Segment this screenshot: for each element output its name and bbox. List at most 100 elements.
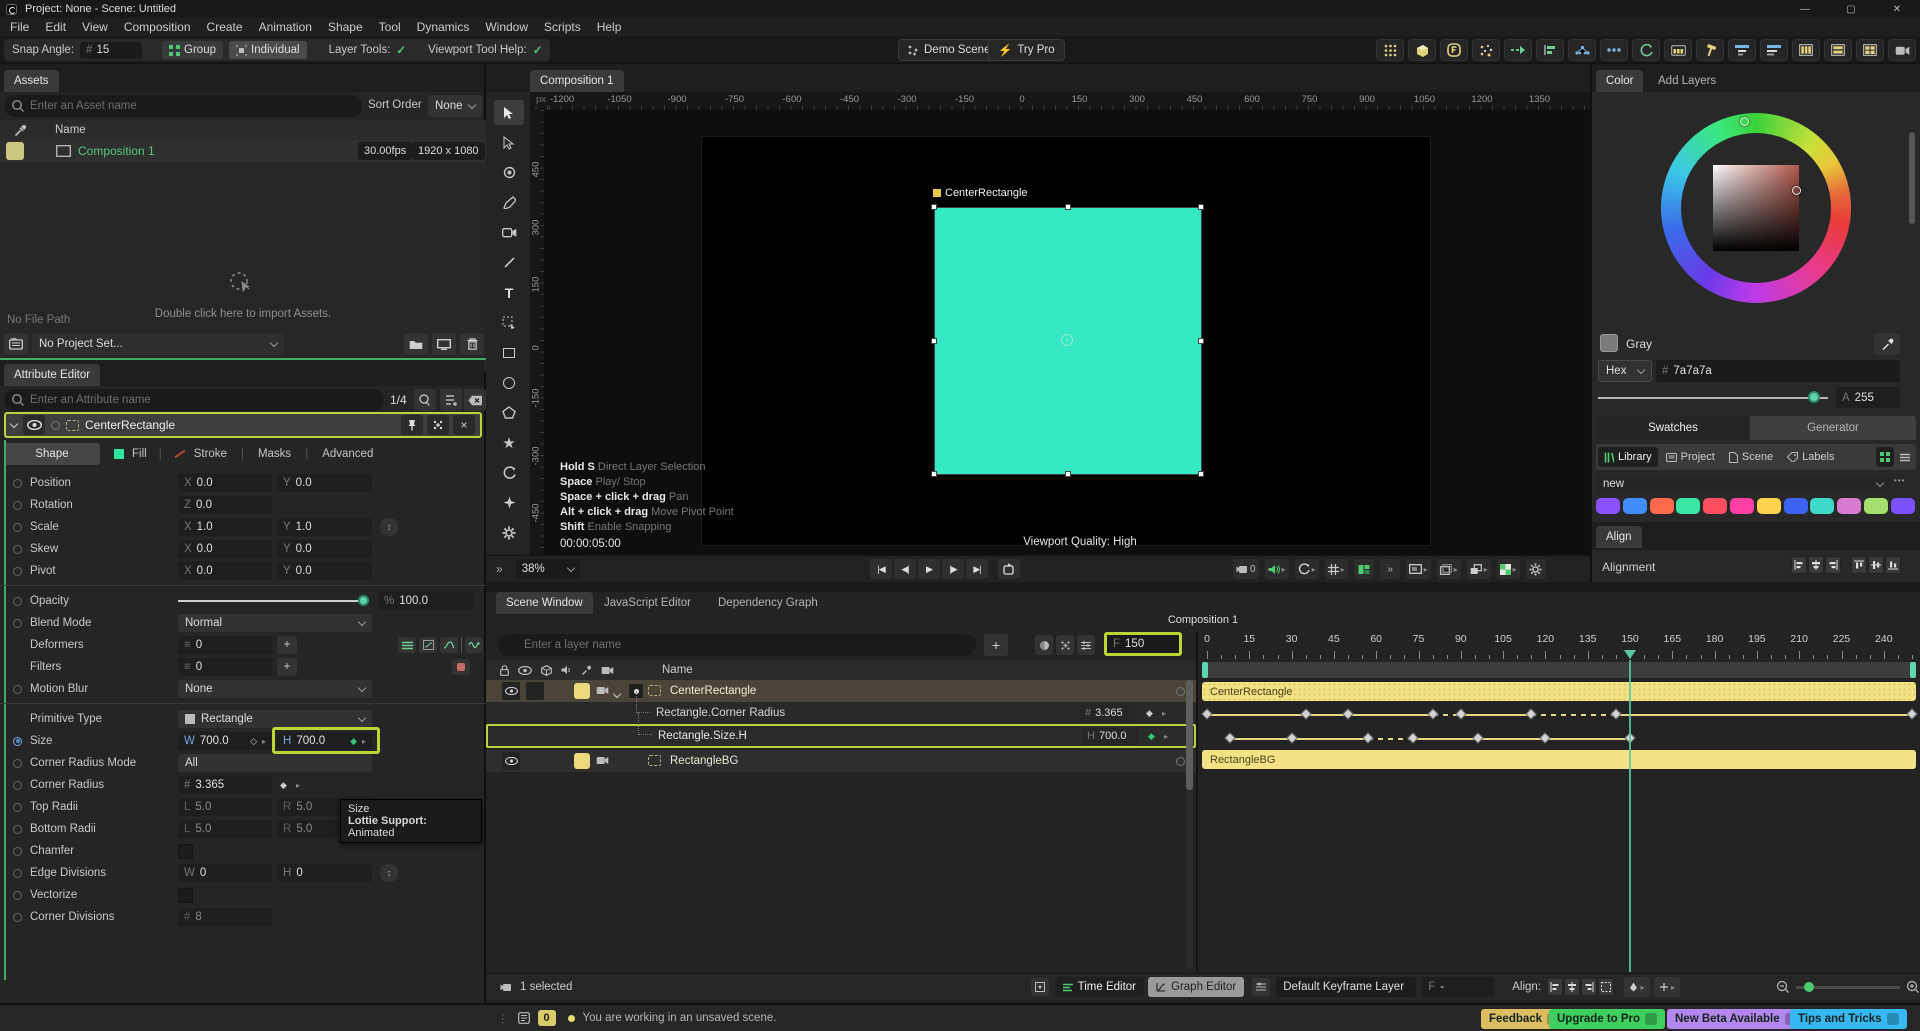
tab-stroke[interactable]: Stroke xyxy=(194,448,227,460)
ellipse-tool[interactable] xyxy=(494,370,524,395)
camera-visibility-icon[interactable] xyxy=(596,686,609,695)
keyframe-radio[interactable] xyxy=(13,802,22,812)
vectorize-checkbox[interactable] xyxy=(178,887,193,903)
scale-x-field[interactable]: X 1.0 xyxy=(178,518,272,536)
tab-masks[interactable]: Masks xyxy=(258,448,291,460)
skew-x-field[interactable]: X 0.0 xyxy=(178,540,272,558)
playhead-line[interactable] xyxy=(1629,660,1631,972)
asset-row-composition[interactable]: Composition 1 30.00fps 1920 x 1080 xyxy=(0,140,486,162)
tab-viewport-composition[interactable]: Composition 1 xyxy=(530,70,624,92)
color-swatch[interactable] xyxy=(1703,498,1728,514)
camera-icon[interactable] xyxy=(601,666,614,675)
distribute-nodes-icon[interactable] xyxy=(1568,39,1596,61)
color-swatch[interactable] xyxy=(1837,498,1862,514)
menu-item[interactable]: Help xyxy=(589,20,630,34)
toolstrip-overflow-icon[interactable]: » xyxy=(496,562,503,576)
color-swatch[interactable] xyxy=(1596,498,1620,514)
solo-radio[interactable] xyxy=(51,420,60,430)
primitive-type-dropdown[interactable]: Rectangle xyxy=(178,710,372,728)
corner-radius-value-field[interactable]: #3.365 xyxy=(1080,704,1136,722)
keyframe-radio[interactable] xyxy=(13,824,22,834)
lock-icon[interactable] xyxy=(500,664,509,676)
pencil-tool[interactable] xyxy=(494,190,524,215)
keyframe-settings-icon[interactable] xyxy=(1077,635,1095,655)
swatch-project-button[interactable]: Project xyxy=(1660,447,1721,467)
saturation-selector[interactable] xyxy=(1792,186,1801,195)
expression-icon[interactable]: ▸ xyxy=(1164,732,1168,741)
track-bar-center-rectangle[interactable]: CenterRectangle xyxy=(1202,682,1916,701)
swatch-list-view-icon[interactable] xyxy=(1896,447,1914,467)
sparkle-tool[interactable] xyxy=(494,490,524,515)
layer-radio[interactable] xyxy=(1176,756,1185,766)
monitor-icon[interactable] xyxy=(432,333,456,355)
audio-icon[interactable] xyxy=(561,665,572,675)
saturation-square[interactable] xyxy=(1713,165,1799,251)
layer-color-swatch[interactable] xyxy=(574,683,590,699)
tab-align[interactable]: Align xyxy=(1596,526,1642,548)
selection-handle[interactable] xyxy=(931,204,937,210)
add-attribute-icon[interactable] xyxy=(440,389,462,411)
selection-handle[interactable] xyxy=(1198,204,1204,210)
scatter-icon[interactable] xyxy=(1472,39,1500,61)
timeline-ruler[interactable]: 0 15 30 45 60 75 90 105 120 135 150 165 180 195 210 225… xyxy=(1198,632,1920,660)
color-swatch[interactable] xyxy=(1864,498,1888,514)
attr-row-size-h-track[interactable]: Rectangle.Size.H H 700.0 ◆ ▸ xyxy=(486,713,1196,748)
keyframe-radio[interactable] xyxy=(13,522,22,532)
layout-stack-icon[interactable] xyxy=(1760,39,1788,61)
close-attribute-icon[interactable]: × xyxy=(453,415,475,435)
folder-icon[interactable] xyxy=(404,333,428,355)
attribute-search-input[interactable] xyxy=(4,389,384,411)
maximize-button[interactable]: ▢ xyxy=(1828,0,1874,18)
grid-icon[interactable]: ▸ xyxy=(1324,559,1348,579)
color-mode-dropdown[interactable]: Hex xyxy=(1598,360,1652,382)
tab-assets[interactable]: Assets xyxy=(4,70,59,92)
onion-skin-icon[interactable] xyxy=(1035,635,1053,655)
hex-field[interactable]: # 7a7a7a xyxy=(1656,360,1900,382)
align-bottom-button[interactable] xyxy=(1885,556,1901,574)
polygon-tool[interactable] xyxy=(494,400,524,425)
size-h-value-field[interactable]: H 700.0 xyxy=(1082,727,1138,745)
pin-icon[interactable] xyxy=(401,415,423,435)
track-bar-rectangle-bg[interactable]: RectangleBG xyxy=(1202,750,1916,769)
keyframe-radio[interactable] xyxy=(13,868,22,878)
asset-search-input[interactable] xyxy=(4,95,362,117)
top-radii-l-field[interactable]: L 5.0 xyxy=(178,798,272,816)
link-wh-icon[interactable]: ↕ xyxy=(380,864,398,882)
viewport-zoom-dropdown[interactable]: 38% xyxy=(515,559,580,579)
camera-icon[interactable] xyxy=(1888,39,1916,61)
sort-order-dropdown[interactable]: None xyxy=(428,95,482,117)
size-w-field[interactable]: W 700.0 ◇ ▸ xyxy=(178,732,272,750)
rectangle-tool[interactable] xyxy=(494,340,524,365)
tab-generator[interactable]: Generator xyxy=(1750,416,1916,440)
audio-icon[interactable]: ▸ xyxy=(1264,559,1289,579)
edge-divisions-w-field[interactable]: W0 xyxy=(178,864,272,882)
align-right-button[interactable] xyxy=(1825,556,1841,574)
color-swatch[interactable] xyxy=(1810,498,1835,514)
menu-item[interactable]: View xyxy=(74,20,116,34)
text-tool[interactable]: T xyxy=(494,280,524,305)
swatch-labels-button[interactable]: Labels xyxy=(1781,447,1840,467)
menu-item[interactable]: Scripts xyxy=(536,20,589,34)
keyframe-layer-dropdown[interactable]: Default Keyframe Layer xyxy=(1276,977,1417,997)
corner-radius-mode-dropdown[interactable]: All xyxy=(178,754,372,772)
individual-button[interactable]: Individual xyxy=(229,41,307,59)
shape-name-label[interactable]: CenterRectangle xyxy=(933,187,1028,199)
layers-visibility-icon[interactable] xyxy=(1353,559,1374,579)
align-bars-icon[interactable] xyxy=(1536,39,1564,61)
link-xy-icon[interactable]: ↕ xyxy=(380,518,398,536)
keyframe-row-0[interactable] xyxy=(1198,704,1920,726)
edge-divisions-h-field[interactable]: H0 xyxy=(277,864,372,882)
keyframe-radio[interactable] xyxy=(13,890,22,900)
cube-icon[interactable] xyxy=(1408,39,1436,61)
timeline-zoom-slider[interactable] xyxy=(1796,981,1900,992)
tab-add-layers[interactable]: Add Layers xyxy=(1648,70,1726,92)
tips-and-tricks-button[interactable]: Tips and Tricks xyxy=(1790,1009,1907,1029)
zoom-in-icon[interactable] xyxy=(1906,980,1920,994)
layout-top-icon[interactable] xyxy=(1728,39,1756,61)
menu-item[interactable]: Edit xyxy=(37,20,74,34)
arc-tool[interactable] xyxy=(494,460,524,485)
expand-chevron-icon[interactable] xyxy=(612,688,622,700)
dots-grid-icon[interactable] xyxy=(1376,39,1404,61)
keyframe-row-1[interactable] xyxy=(1198,728,1920,750)
color-swatch[interactable] xyxy=(1622,498,1647,514)
